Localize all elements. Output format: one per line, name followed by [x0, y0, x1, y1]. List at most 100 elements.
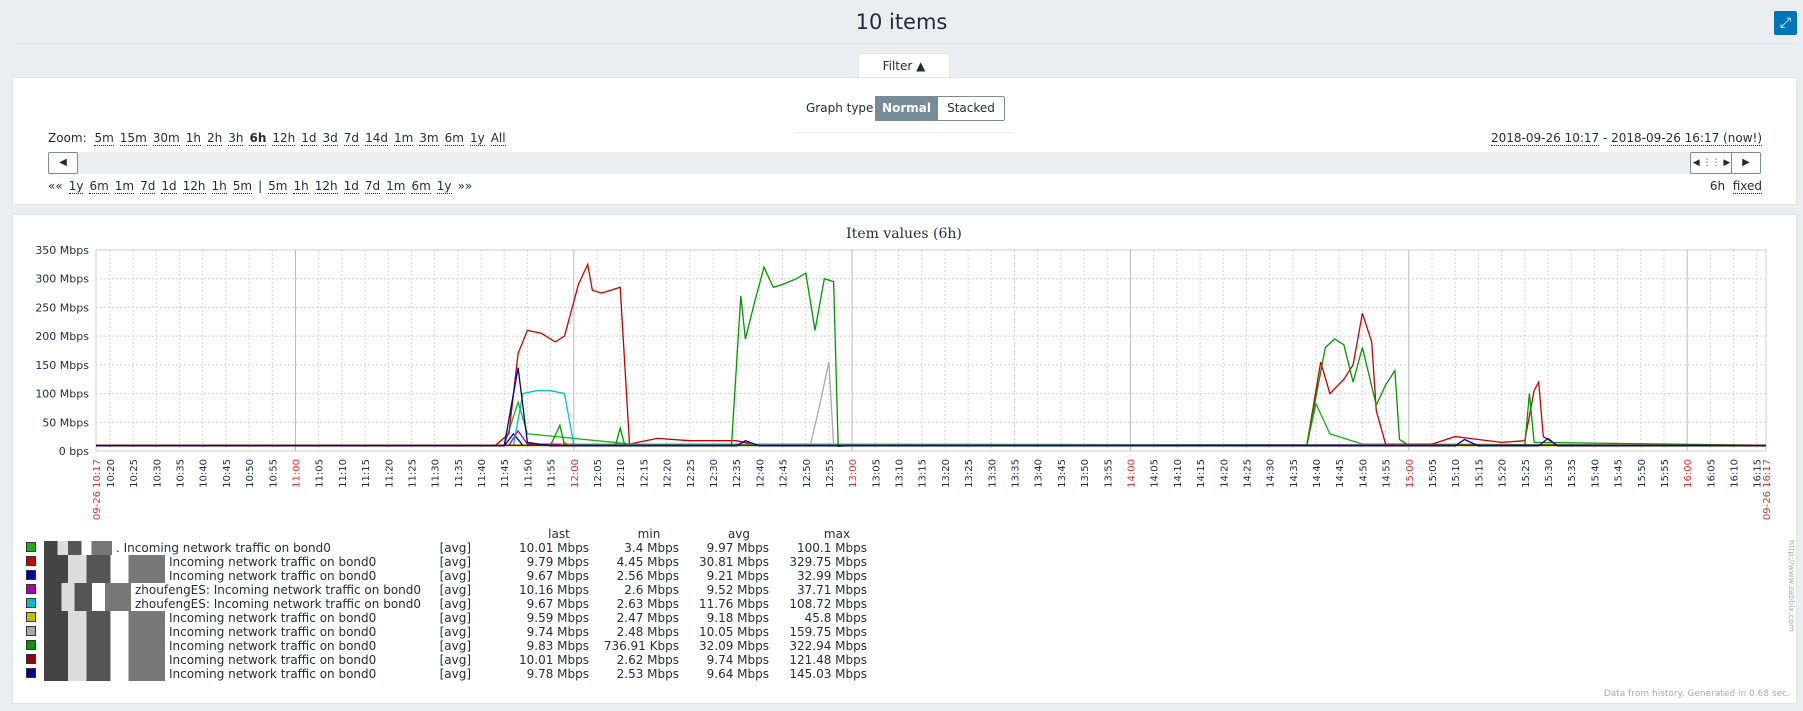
redacted-hostname: [44, 583, 131, 597]
y-axis: 0 bps 50 Mbps 100 Mbps 150 Mbps 200 Mbps 250 …: [35, 244, 89, 458]
x-tick-label: 15:40: [1590, 459, 1601, 488]
chart-title: Item values (6h): [846, 226, 962, 242]
x-tick-label: 14:20: [1219, 459, 1230, 488]
x-tick-label: 13:45: [1057, 459, 1068, 488]
x-tick-label: 12:20: [663, 459, 674, 488]
x-tick-label: 13:15: [918, 459, 929, 488]
legend-item-avg: 10.05 Mbps: [698, 625, 769, 639]
legend-item-max: 145.03 Mbps: [789, 667, 867, 681]
legend-item-max: 121.48 Mbps: [789, 653, 867, 667]
x-tick-label: 13:30: [987, 459, 998, 488]
legend-item-max: 329.75 Mbps: [789, 555, 867, 569]
redacted-hostname: [44, 555, 165, 569]
zabbix-watermark: http://www.zabbix.com: [1787, 540, 1796, 632]
legend-item-function: [avg]: [439, 597, 471, 611]
x-tick-label: 12:10: [616, 459, 627, 488]
x-tick-label: 16:05: [1706, 459, 1717, 488]
legend-item-max: 159.75 Mbps: [789, 625, 867, 639]
x-tick-label: 14:45: [1335, 459, 1346, 488]
legend-swatch: [26, 598, 36, 608]
y-tick-label: 50 Mbps: [42, 416, 89, 429]
chart-grid: [95, 249, 1767, 452]
x-tick-label: 12:50: [802, 459, 813, 488]
legend-item-avg: 9.18 Mbps: [706, 611, 769, 625]
chart-series: [96, 262, 1767, 448]
legend-item-function: [avg]: [439, 653, 471, 667]
x-tick-label: 15:30: [1544, 459, 1555, 488]
y-tick-label: 300 Mbps: [35, 273, 89, 286]
legend-header-max: max: [823, 527, 851, 541]
series-line-6: [96, 361, 1766, 446]
x-tick-label: 14:10: [1173, 459, 1184, 488]
x-tick-label: 10:40: [199, 459, 210, 488]
legend-swatch: [26, 640, 36, 650]
x-tick-label: 15:20: [1498, 459, 1509, 488]
x-tick-label: 10:20: [106, 459, 117, 488]
x-tick-label: 13:55: [1103, 459, 1114, 488]
x-tick-label: 15:50: [1637, 459, 1648, 488]
legend-item-avg: 9.52 Mbps: [706, 583, 769, 597]
plot-frame: [95, 249, 1767, 452]
legend-item-name: Incoming network traffic on bond0: [169, 667, 377, 681]
y-tick-label: 0 bps: [59, 445, 89, 458]
x-tick-label: 14:40: [1312, 459, 1323, 488]
legend-item-function: [avg]: [439, 541, 471, 555]
x-tick-label: 13:50: [1080, 459, 1091, 488]
legend-item-function: [avg]: [439, 555, 471, 569]
x-tick-label: 11:10: [338, 459, 349, 488]
x-tick-label: 11:45: [500, 459, 511, 488]
x-tick-label: 13:35: [1011, 459, 1022, 488]
legend-item-avg: 9.21 Mbps: [706, 569, 769, 583]
redacted-hostname: [44, 597, 131, 611]
x-tick-label: 11:05: [315, 459, 326, 488]
legend-item-name: Incoming network traffic on bond0: [169, 569, 377, 583]
x-tick-label: 12:30: [709, 459, 720, 488]
legend-item-name: Incoming network traffic on bond0: [169, 625, 377, 639]
x-tick-label: 15:10: [1451, 459, 1462, 488]
x-tick-label: 13:20: [941, 459, 952, 488]
legend-item-max: 37.71 Mbps: [796, 583, 867, 597]
x-tick-label: 16:10: [1730, 459, 1741, 488]
x-tick-label: 14:50: [1358, 459, 1369, 488]
x-tick-label: 15:45: [1614, 459, 1625, 488]
legend-item-function: [avg]: [439, 611, 471, 625]
x-tick-label: 15:55: [1660, 459, 1671, 488]
x-tick-label: 14:30: [1266, 459, 1277, 488]
x-tick-label: 15:15: [1474, 459, 1485, 488]
x-tick-label: 11:15: [361, 459, 372, 488]
legend-header-min: min: [637, 527, 661, 541]
x-tick-label: 13:05: [871, 459, 882, 488]
x-tick-label: 12:55: [825, 459, 836, 488]
legend-item-function: [avg]: [439, 569, 471, 583]
redacted-hostname: [44, 541, 112, 555]
y-tick-label: 150 Mbps: [35, 359, 89, 372]
x-tick-label: 14:25: [1242, 459, 1253, 488]
x-tick-label: 13:25: [964, 459, 975, 488]
x-tick-label: 16:00: [1683, 459, 1694, 488]
redacted-hostname: [44, 611, 165, 625]
legend-item-name: . Incoming network traffic on bond0: [116, 541, 331, 555]
series-line-3: [96, 429, 1767, 446]
legend-item-max: 32.99 Mbps: [796, 569, 867, 583]
x-tick-label: 10:50: [245, 459, 256, 488]
legend-item-avg: 30.81 Mbps: [698, 555, 769, 569]
x-tick-label: 11:35: [454, 459, 465, 488]
x-range-label: 09-26 16:17: [1762, 459, 1773, 520]
series-line-0: [96, 399, 1767, 446]
x-tick-label: 10:45: [222, 459, 233, 488]
legend-header-avg: avg: [727, 527, 751, 541]
x-tick-label: 14:55: [1382, 459, 1393, 488]
x-tick-label: 15:05: [1428, 459, 1439, 488]
legend-item-avg: 11.76 Mbps: [698, 597, 769, 611]
x-tick-label: 12:15: [639, 459, 650, 488]
legend-item-avg: 9.97 Mbps: [706, 541, 769, 555]
legend-item-max: 100.1 Mbps: [796, 541, 867, 555]
redacted-hostname: [44, 667, 165, 681]
x-tick-label: 15:35: [1567, 459, 1578, 488]
x-tick-label: 10:30: [152, 459, 163, 488]
redacted-hostname: [44, 625, 165, 639]
x-tick-label: 14:15: [1196, 459, 1207, 488]
legend-item-max: 45.8 Mbps: [804, 611, 867, 625]
x-tick-label: 12:45: [779, 459, 790, 488]
x-tick-label: 11:50: [523, 459, 534, 488]
